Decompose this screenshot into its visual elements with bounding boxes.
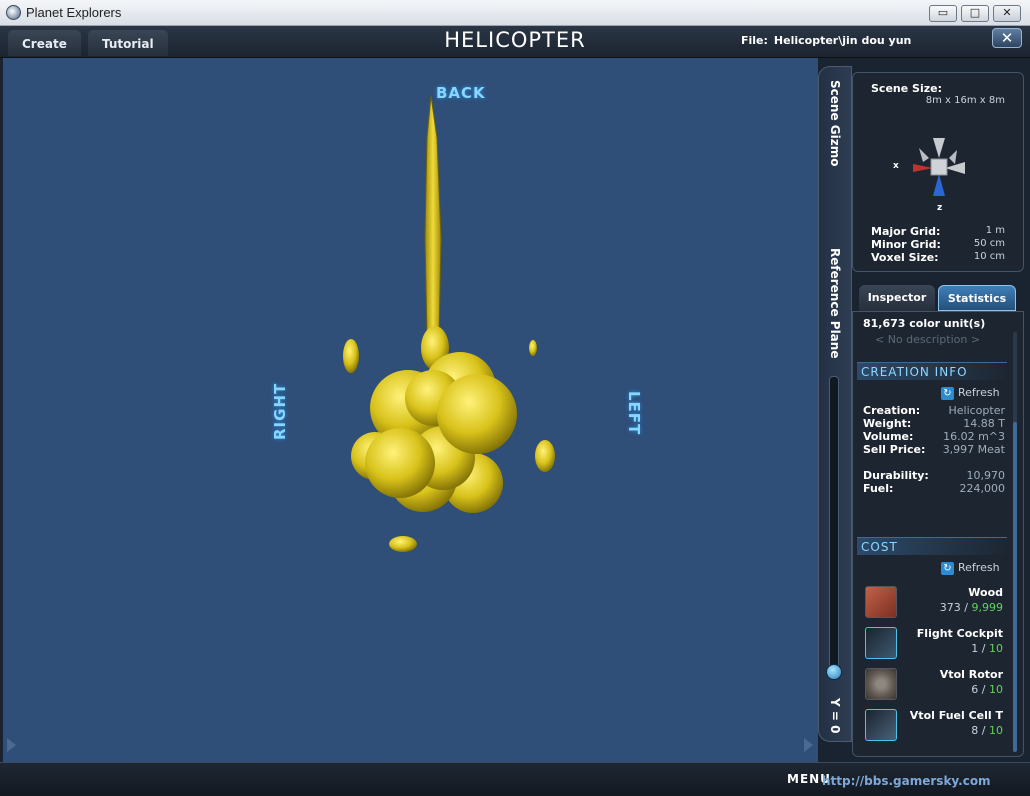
description-placeholder[interactable]: < No description >	[875, 333, 980, 346]
scene-size-value: 8m x 16m x 8m	[925, 95, 1005, 106]
stat-value: Helicopter	[948, 404, 1005, 417]
bottom-bar: MENU http://bbs.gamersky.com	[0, 762, 1030, 796]
statistics-panel: 81,673 color unit(s) < No description > …	[852, 311, 1024, 757]
viewport-3d[interactable]: BACK RIGHT LEFT	[3, 58, 818, 762]
viewport-right-arrow-icon[interactable]	[804, 738, 813, 752]
voxel-size-label: Voxel Size:	[871, 251, 939, 264]
stat-value: 3,997 Meat	[942, 443, 1005, 456]
cost-refresh-button[interactable]: ↻ Refresh	[941, 561, 1000, 575]
window-close-button[interactable]: ✕	[993, 5, 1021, 22]
window-titlebar: Planet Explorers ▭ □ ✕	[0, 0, 1030, 26]
cost-item-qty: 373 / 9,999	[939, 601, 1003, 614]
reference-plane-slider-handle[interactable]	[826, 664, 842, 680]
y-value-label: Y = 0	[828, 698, 842, 734]
top-toolbar: Create Tutorial HELICOPTER File: Helicopt…	[0, 26, 1030, 58]
axis-x-label: x	[893, 161, 899, 171]
cost-item-qty: 8 / 10	[971, 724, 1003, 737]
flight-cockpit-icon	[865, 627, 897, 659]
app-logo-icon	[6, 5, 21, 20]
stat-label: Creation:	[863, 404, 921, 417]
voxel-size-value: 10 cm	[973, 251, 1005, 262]
cost-item-name: Wood	[968, 586, 1003, 599]
stat-label: Fuel:	[863, 482, 894, 495]
cost-item-name: Flight Cockpit	[916, 627, 1003, 640]
stat-value: 14.88 T	[963, 417, 1005, 430]
stat-label: Volume:	[863, 430, 914, 443]
minor-grid-label: Minor Grid:	[871, 238, 941, 251]
refresh-icon: ↻	[941, 562, 954, 575]
cost-item-qty: 6 / 10	[971, 683, 1003, 696]
color-units: 81,673 color unit(s)	[863, 317, 986, 330]
cost-item-name: Vtol Rotor	[939, 668, 1003, 681]
cost-item-name: Vtol Fuel Cell T	[909, 709, 1003, 722]
scene-size-label: Scene Size:	[871, 82, 942, 95]
cost-item: Wood 373 / 9,999	[859, 584, 1007, 622]
vtol-rotor-icon	[865, 668, 897, 700]
reference-plane-toggle[interactable]: Reference Plane	[828, 248, 842, 358]
cost-header: COST	[857, 537, 1007, 555]
scene-gizmo-panel: Scene Size: 8m x 16m x 8m x z Major Grid…	[852, 72, 1024, 272]
axis-z-label: z	[937, 203, 943, 213]
stat-label: Durability:	[863, 469, 929, 482]
helicopter-model[interactable]	[3, 58, 818, 762]
window-title: Planet Explorers	[26, 5, 122, 20]
major-grid-value: 1 m	[985, 225, 1005, 236]
major-grid-label: Major Grid:	[871, 225, 941, 238]
minor-grid-value: 50 cm	[973, 238, 1005, 249]
cost-item: Vtol Fuel Cell T 8 / 10	[859, 707, 1007, 745]
tab-statistics[interactable]: Statistics	[938, 285, 1016, 311]
file-name: Helicopter\jin dou yun	[773, 34, 912, 47]
reference-plane-slider[interactable]	[829, 376, 839, 676]
minimize-button[interactable]: ▭	[929, 5, 957, 22]
axis-gizmo[interactable]	[853, 128, 1025, 228]
scrollbar-thumb[interactable]	[1013, 422, 1017, 752]
creation-info-header: CREATION INFO	[857, 362, 1007, 380]
watermark-text: http://bbs.gamersky.com	[822, 774, 991, 788]
refresh-label: Refresh	[958, 561, 1000, 574]
cost-item: Vtol Rotor 6 / 10	[859, 666, 1007, 704]
stat-value: 224,000	[959, 482, 1006, 495]
creation-refresh-button[interactable]: ↻ Refresh	[941, 386, 1000, 400]
stat-value: 16.02 m^3	[943, 430, 1005, 443]
refresh-label: Refresh	[958, 386, 1000, 399]
file-info: File: Helicopter\jin dou yun	[741, 34, 917, 47]
stat-label: Weight:	[863, 417, 912, 430]
refresh-icon: ↻	[941, 387, 954, 400]
stat-value: 10,970	[966, 469, 1006, 482]
stat-label: Sell Price:	[863, 443, 926, 456]
scene-gizmo-toggle[interactable]: Scene Gizmo	[828, 80, 842, 166]
statistics-scrollbar[interactable]	[1013, 332, 1017, 752]
wood-icon	[865, 586, 897, 618]
maximize-button[interactable]: □	[961, 5, 989, 22]
file-label: File:	[741, 34, 768, 47]
cost-item-qty: 1 / 10	[971, 642, 1003, 655]
viewport-left-arrow-icon[interactable]	[7, 738, 16, 752]
cost-item: Flight Cockpit 1 / 10	[859, 625, 1007, 663]
editor-close-button[interactable]: ✕	[992, 28, 1022, 48]
vtol-fuel-cell-icon	[865, 709, 897, 741]
tab-inspector[interactable]: Inspector	[859, 285, 935, 311]
